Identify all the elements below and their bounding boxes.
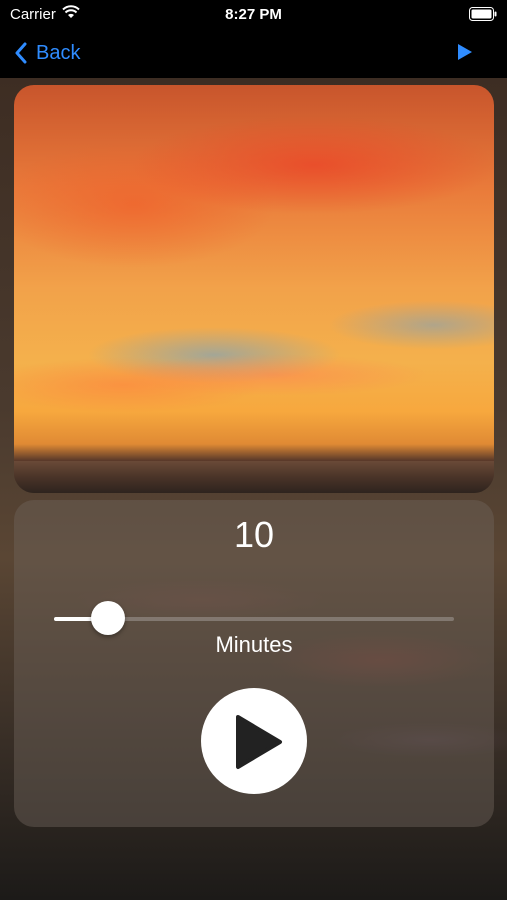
sea-horizon (14, 461, 494, 493)
status-bar: Carrier 8:27 PM (0, 0, 507, 30)
slider-thumb[interactable] (91, 601, 125, 635)
minutes-label: Minutes (215, 632, 293, 657)
play-button[interactable] (201, 688, 307, 794)
timer-panel: 10 Minutes (14, 500, 494, 827)
play-icon (236, 715, 282, 769)
play-icon[interactable] (457, 43, 473, 61)
minutes-value: 10 (233, 514, 275, 555)
navigation-bar: Back (0, 30, 507, 78)
chevron-left-icon (15, 42, 27, 64)
sunset-image (14, 85, 494, 493)
back-label: Back (36, 41, 81, 64)
duration-slider[interactable] (54, 601, 454, 635)
screen: Carrier 8:27 PM Back 10 Minutes (0, 0, 507, 900)
clock: 8:27 PM (225, 6, 282, 23)
battery-icon (469, 7, 497, 21)
back-button[interactable]: Back (14, 38, 80, 68)
